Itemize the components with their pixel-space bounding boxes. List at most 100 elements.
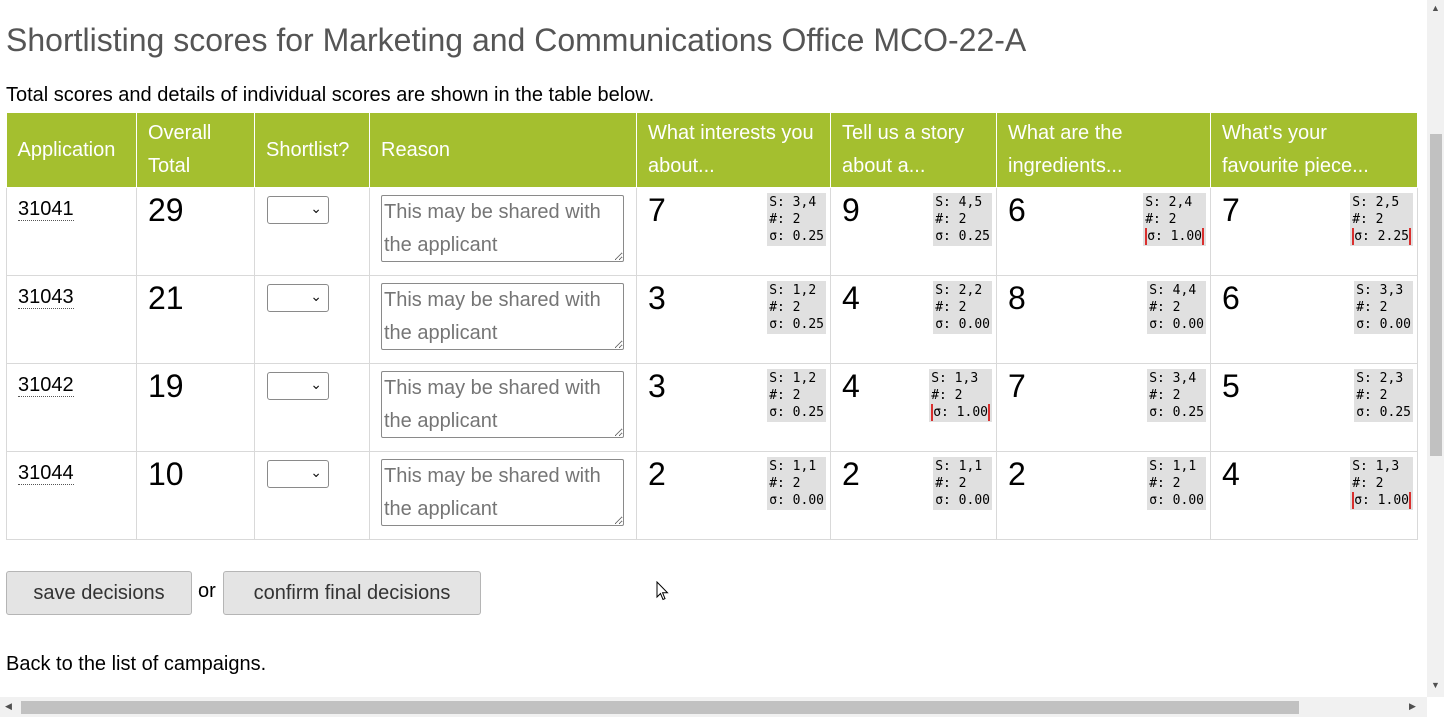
shortlist-cell: ⌄	[254, 451, 370, 540]
page-title: Shortlisting scores for Marketing and Co…	[6, 22, 1027, 58]
scores-line: S: 2,5	[1352, 195, 1400, 210]
scroll-down-arrow-icon[interactable]: ▼	[1431, 680, 1440, 690]
question-score-value: 9	[842, 192, 860, 228]
sd-line: σ: 0.00	[1149, 317, 1204, 332]
reason-textarea[interactable]	[381, 283, 624, 350]
scores-line: S: 4,5	[935, 195, 983, 210]
high-variance-sd-line: σ: 1.00	[931, 404, 990, 421]
count-line: #: 2	[769, 212, 801, 227]
scores-line: S: 2,4	[1145, 195, 1193, 210]
shortlist-select[interactable]: ⌄	[267, 196, 329, 224]
question-score-value: 3	[648, 368, 666, 404]
count-line: #: 2	[769, 388, 801, 403]
reason-textarea[interactable]	[381, 459, 624, 526]
score-stats-badge: S: 1,1 #: 2 σ: 0.00	[933, 457, 992, 510]
question-score-cell: 7 S: 3,4 #: 2 σ: 0.25	[996, 363, 1211, 452]
scroll-right-arrow-icon[interactable]: ▶	[1409, 701, 1416, 712]
reason-textarea[interactable]	[381, 195, 624, 262]
scores-line: S: 4,4	[1149, 283, 1197, 298]
reason-cell	[369, 451, 637, 540]
save-decisions-button[interactable]: save decisions	[6, 571, 192, 615]
question-score-cell: 4 S: 1,3 #: 2 σ: 1.00	[1210, 451, 1418, 540]
scores-line: S: 1,1	[769, 459, 817, 474]
application-id-link[interactable]: 31042	[18, 374, 74, 397]
question-score-cell: 2 S: 1,1 #: 2 σ: 0.00	[996, 451, 1211, 540]
scores-line: S: 3,3	[1356, 283, 1404, 298]
score-stats-badge: S: 1,2 #: 2 σ: 0.25	[767, 369, 826, 422]
table-row: 31043 21 ⌄ 3 S: 1,2 #: 2 σ: 0.25 4 S: 2,2 #: 2 σ: …	[6, 275, 1418, 364]
score-stats-badge: S: 1,2 #: 2 σ: 0.25	[767, 281, 826, 334]
count-line: #: 2	[935, 212, 967, 227]
application-id-link[interactable]: 31044	[18, 462, 74, 485]
question-score-value: 2	[1008, 456, 1026, 492]
sd-line: σ: 0.25	[769, 317, 824, 332]
mouse-pointer-icon	[656, 581, 669, 601]
sd-line: σ: 0.25	[1356, 405, 1411, 420]
shortlist-select[interactable]: ⌄	[267, 460, 329, 488]
question-score-cell: 3 S: 1,2 #: 2 σ: 0.25	[636, 363, 831, 452]
reason-cell	[369, 363, 637, 452]
shortlist-select[interactable]: ⌄	[267, 372, 329, 400]
horizontal-scroll-thumb[interactable]	[21, 701, 1299, 714]
header-row: Application Overall Total Shortlist? Rea…	[6, 113, 1418, 188]
question-score-value: 4	[842, 368, 860, 404]
scores-line: S: 1,2	[769, 371, 817, 386]
high-variance-sd-line: σ: 1.00	[1352, 492, 1411, 509]
question-score-value: 4	[1222, 456, 1240, 492]
shortlist-select[interactable]: ⌄	[267, 284, 329, 312]
sd-line: σ: 0.25	[1149, 405, 1204, 420]
question-score-cell: 8 S: 4,4 #: 2 σ: 0.00	[996, 275, 1211, 364]
application-id-link[interactable]: 31041	[18, 198, 74, 221]
shortlist-cell: ⌄	[254, 187, 370, 276]
score-stats-badge: S: 3,4 #: 2 σ: 0.25	[1147, 369, 1206, 422]
overall-total-value: 10	[148, 456, 184, 492]
sd-line: σ: 0.25	[769, 405, 824, 420]
overall-total-cell: 10	[136, 451, 255, 540]
question-score-cell: 7 S: 3,4 #: 2 σ: 0.25	[636, 187, 831, 276]
overall-total-value: 29	[148, 192, 184, 228]
horizontal-scrollbar[interactable]: ◀ ▶	[0, 697, 1427, 717]
or-text: or	[198, 580, 216, 602]
header-question-4: What's your favourite piece...	[1210, 113, 1418, 188]
count-line: #: 2	[1149, 388, 1181, 403]
score-stats-badge: S: 2,2 #: 2 σ: 0.00	[933, 281, 992, 334]
vertical-scrollbar[interactable]: ▲ ▼	[1427, 0, 1444, 697]
header-question-3: What are the ingredients...	[996, 113, 1211, 188]
vertical-scroll-thumb[interactable]	[1430, 134, 1442, 456]
question-score-cell: 3 S: 1,2 #: 2 σ: 0.25	[636, 275, 831, 364]
scores-line: S: 2,2	[935, 283, 983, 298]
overall-total-value: 19	[148, 368, 184, 404]
question-score-value: 8	[1008, 280, 1026, 316]
back-to-campaigns-link[interactable]: Back to the list of campaigns.	[6, 653, 266, 676]
count-line: #: 2	[1352, 476, 1384, 491]
question-score-cell: 9 S: 4,5 #: 2 σ: 0.25	[830, 187, 997, 276]
scores-line: S: 1,2	[769, 283, 817, 298]
header-question-1: What interests you about...	[636, 113, 831, 188]
table-row: 31041 29 ⌄ 7S: 3,4#: 2σ: 0.25 9 S: 4,5 #: 2 σ: …	[6, 187, 1418, 276]
sd-line: σ: 0.25	[935, 229, 990, 244]
question-score-value: 6	[1008, 192, 1026, 228]
reason-cell	[369, 187, 637, 276]
question-score-value: 6	[1222, 280, 1240, 316]
count-line: #: 2	[1356, 300, 1388, 315]
score-stats-badge: S: 3,3 #: 2 σ: 0.00	[1354, 281, 1413, 334]
scores-table: Application Overall Total Shortlist? Rea…	[6, 113, 1418, 540]
score-stats-badge: S: 3,4 #: 2 σ: 0.25	[767, 193, 826, 246]
application-cell: 31042	[6, 363, 137, 452]
question-score-cell: 2 S: 1,1 #: 2 σ: 0.00	[636, 451, 831, 540]
confirm-final-decisions-button[interactable]: confirm final decisions	[223, 571, 481, 615]
application-cell: 31043	[6, 275, 137, 364]
question-score-cell: 4 S: 2,2 #: 2 σ: 0.00	[830, 275, 997, 364]
scores-line: S: 1,1	[1149, 459, 1197, 474]
score-stats-badge: S: 2,4 #: 2 σ: 1.00	[1143, 193, 1206, 246]
question-score-cell: 2 S: 1,1 #: 2 σ: 0.00	[830, 451, 997, 540]
chevron-down-icon: ⌄	[310, 288, 322, 304]
application-id-link[interactable]: 31043	[18, 286, 74, 309]
overall-total-cell: 21	[136, 275, 255, 364]
table-row: 3104410⌄2S: 1,1#: 2σ: 0.002S: 1,1#: 2σ: …	[6, 451, 1418, 540]
scroll-left-arrow-icon[interactable]: ◀	[5, 701, 12, 712]
reason-cell	[369, 275, 637, 364]
question-score-cell: 4 S: 1,3 #: 2 σ: 1.00	[830, 363, 997, 452]
scroll-up-arrow-icon[interactable]: ▲	[1431, 3, 1440, 13]
reason-textarea[interactable]	[381, 371, 624, 438]
